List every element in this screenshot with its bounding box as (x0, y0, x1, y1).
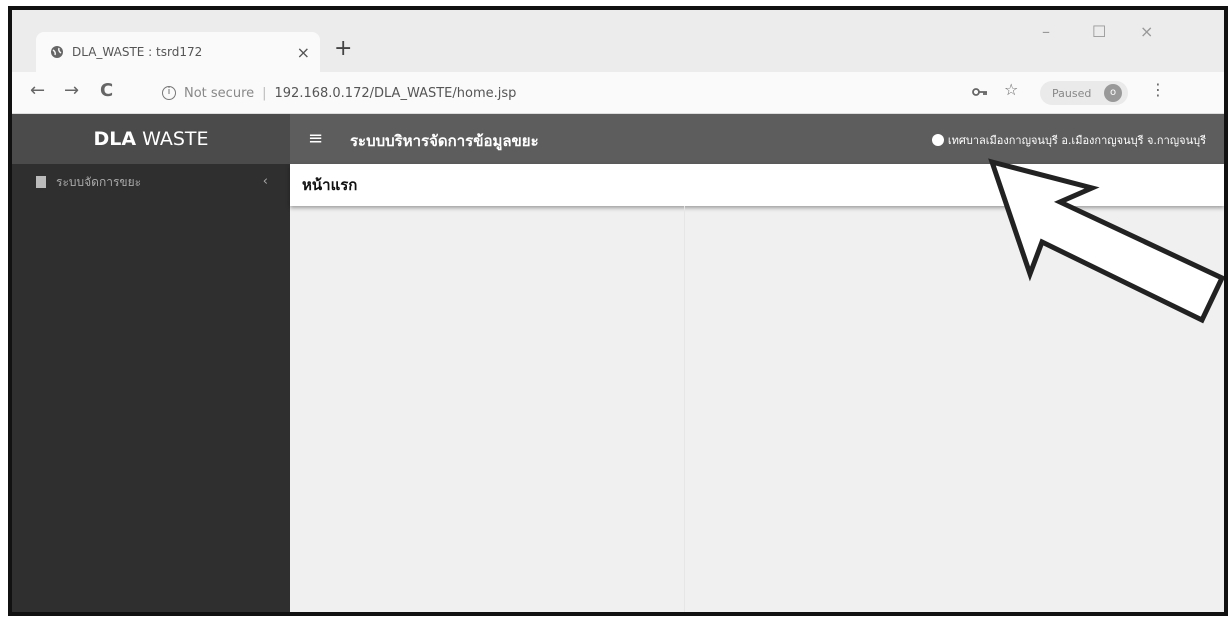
tab-close-icon[interactable]: × (297, 43, 310, 62)
content-divider (684, 206, 685, 612)
bookmark-star-icon[interactable]: ☆ (1004, 80, 1018, 99)
brand-logo[interactable]: DLA WASTE (12, 114, 290, 164)
url-separator: | (262, 85, 267, 101)
security-label: Not secure (184, 85, 255, 101)
profile-status: Paused (1052, 86, 1092, 100)
address-bar-row: ← → C i Not secure | 192.168.0.172/DLA_W… (12, 72, 1224, 114)
globe-icon (51, 46, 63, 58)
user-menu[interactable]: เทศบาลเมืองกาญจนบุรี อ.เมืองกาญจนบุรี จ.… (931, 131, 1206, 149)
reload-button[interactable]: C (100, 80, 113, 101)
sidebar: ระบบจัดการขยะ ‹ (12, 164, 290, 612)
back-button[interactable]: ← (30, 80, 45, 101)
browser-tab-strip: DLA_WASTE : tsrd172 × + – ☐ × (12, 10, 1224, 72)
new-tab-button[interactable]: + (334, 38, 352, 60)
forward-button[interactable]: → (64, 80, 79, 101)
window-close-button[interactable]: × (1140, 22, 1153, 41)
hamburger-menu-icon[interactable]: ≡ (308, 128, 323, 149)
top-navbar: ≡ ระบบบริหารจัดการข้อมูลขยะ เทศบาลเมืองก… (290, 114, 1224, 164)
sidebar-item-waste-management[interactable]: ระบบจัดการขยะ ‹ (12, 164, 290, 200)
avatar: o (1104, 84, 1122, 102)
system-title: ระบบบริหารจัดการข้อมูลขยะ (350, 132, 539, 150)
browser-tab[interactable]: DLA_WASTE : tsrd172 × (36, 32, 320, 72)
maximize-button[interactable]: ☐ (1092, 22, 1106, 41)
user-icon (931, 134, 944, 146)
annotation-arrow-icon (988, 158, 1224, 324)
profile-paused-button[interactable]: Paused o (1040, 81, 1128, 105)
trash-icon (36, 176, 46, 188)
minimize-button[interactable]: – (1042, 22, 1050, 41)
brand-bold: DLA (93, 128, 137, 150)
sidebar-item-label: ระบบจัดการขยะ (56, 174, 142, 189)
browser-menu-icon[interactable]: ⋮ (1150, 80, 1166, 99)
screenshot-frame: DLA_WASTE : tsrd172 × + – ☐ × ← → C i No… (8, 6, 1228, 616)
key-icon[interactable] (972, 86, 988, 98)
chevron-left-icon[interactable]: ‹ (263, 174, 268, 189)
user-label: เทศบาลเมืองกาญจนบุรี อ.เมืองกาญจนบุรี จ.… (947, 134, 1206, 147)
omnibox[interactable]: i Not secure | 192.168.0.172/DLA_WASTE/h… (162, 81, 516, 105)
url-text[interactable]: 192.168.0.172/DLA_WASTE/home.jsp (275, 86, 517, 101)
info-icon[interactable]: i (162, 86, 176, 100)
tab-title: DLA_WASTE : tsrd172 (72, 45, 203, 59)
brand-rest: WASTE (142, 128, 209, 150)
